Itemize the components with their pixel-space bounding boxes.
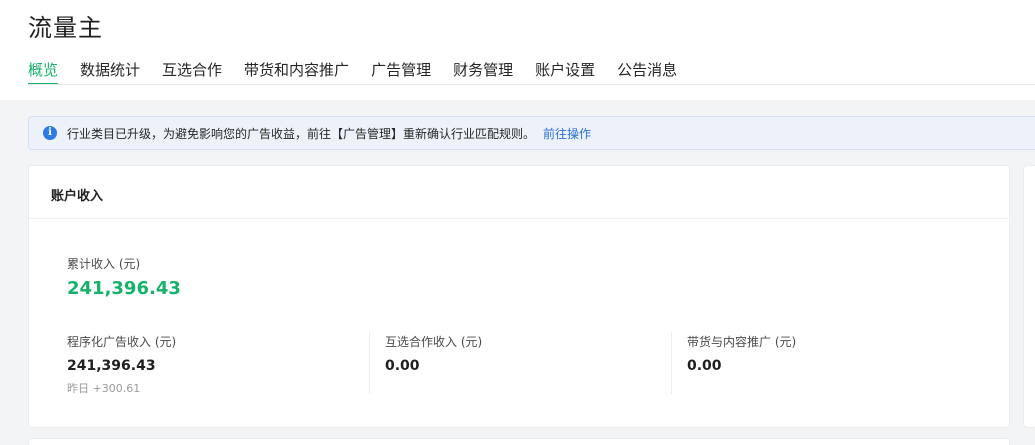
- metric-mutual-cooperation: 互选合作收入 (元) 0.00: [385, 333, 482, 374]
- metric-programmatic-ads: 程序化广告收入 (元) 241,396.43 昨日 +300.61: [67, 333, 176, 396]
- account-income-card: 账户收入 累计收入 (元) 241,396.43 程序化广告收入 (元) 241…: [28, 165, 1010, 428]
- tab-ad-management[interactable]: 广告管理: [371, 60, 431, 85]
- tab-mutual-cooperation[interactable]: 互选合作: [162, 60, 222, 85]
- app-title: 流量主: [28, 14, 103, 42]
- metric-value: 0.00: [687, 358, 722, 374]
- notice-text: 行业类目已升级，为避免影响您的广告收益，前往【广告管理】重新确认行业匹配规则。: [67, 126, 536, 141]
- metric-label: 互选合作收入 (元): [385, 335, 483, 349]
- tab-account-settings[interactable]: 账户设置: [535, 60, 595, 85]
- total-income-label: 累计收入 (元): [67, 257, 141, 271]
- card-title: 账户收入: [51, 189, 104, 204]
- metric-value: 0.00: [385, 358, 420, 374]
- page: 流量主 概览 数据统计 互选合作 带货和内容推广 广告管理 财务管理 账户设置 …: [0, 0, 1035, 445]
- next-card: [28, 438, 1010, 445]
- card-divider: [29, 218, 1009, 219]
- info-icon: i: [43, 126, 57, 140]
- tab-overview[interactable]: 概览: [28, 60, 59, 85]
- metric-label: 程序化广告收入 (元): [67, 335, 177, 349]
- side-card: [1023, 165, 1035, 428]
- metric-value: 241,396.43: [67, 358, 156, 374]
- tab-announcements[interactable]: 公告消息: [617, 60, 677, 85]
- metric-goods-content: 带货与内容推广 (元) 0.00: [687, 333, 796, 374]
- metric-separator: [369, 332, 370, 394]
- tab-goods-content-promotion[interactable]: 带货和内容推广: [244, 60, 349, 85]
- tab-data-statistics[interactable]: 数据统计: [80, 60, 140, 85]
- metric-separator: [671, 332, 672, 394]
- metric-label: 带货与内容推广 (元): [687, 335, 797, 349]
- notice-banner: i 行业类目已升级，为避免影响您的广告收益，前往【广告管理】重新确认行业匹配规则…: [28, 116, 1035, 150]
- tab-finance-management[interactable]: 财务管理: [453, 60, 513, 85]
- metric-yesterday: 昨日 +300.61: [67, 382, 141, 395]
- notice-action-link[interactable]: 前往操作: [543, 125, 591, 142]
- nav-tabs: 概览 数据统计 互选合作 带货和内容推广 广告管理 财务管理 账户设置 公告消息: [28, 60, 699, 85]
- tabs-divider: [28, 84, 1035, 85]
- total-income-value: 241,396.43: [67, 278, 181, 299]
- header: 流量主 概览 数据统计 互选合作 带货和内容推广 广告管理 财务管理 账户设置 …: [0, 0, 1035, 100]
